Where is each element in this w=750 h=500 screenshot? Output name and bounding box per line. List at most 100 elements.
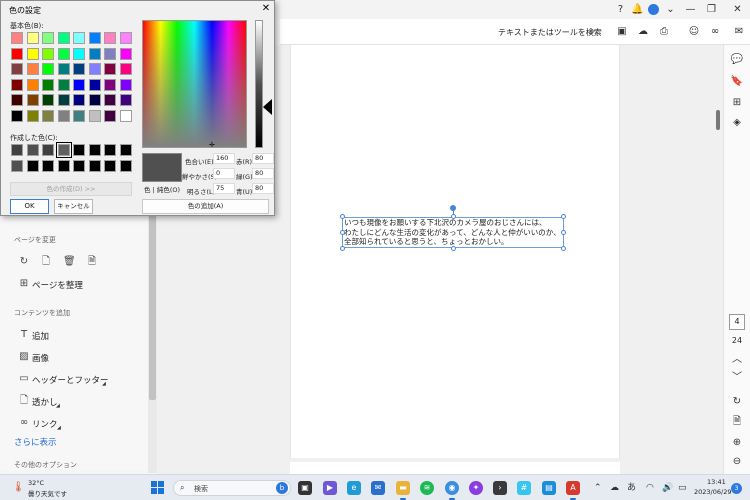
color-swatch[interactable] (42, 63, 54, 75)
zoom-in-icon[interactable]: ⊕ (730, 436, 744, 450)
resize-handle[interactable] (340, 230, 345, 235)
share-user-icon[interactable]: ☺ (687, 25, 701, 39)
color-swatch[interactable] (42, 144, 54, 156)
color-swatch[interactable] (73, 63, 85, 75)
color-swatch[interactable] (26, 32, 39, 44)
color-swatch[interactable] (88, 78, 101, 91)
organize-pages-item[interactable]: ページを整理 (32, 279, 83, 291)
resize-handle[interactable] (561, 246, 566, 251)
color-swatch[interactable] (11, 94, 23, 106)
restore-icon[interactable]: ❐ (705, 3, 718, 16)
edge-icon[interactable]: e (347, 481, 361, 495)
mail-icon[interactable]: ✉ (371, 481, 385, 495)
onedrive-icon[interactable]: ☁ (610, 482, 619, 494)
color-swatch[interactable] (26, 63, 39, 75)
color-swatch[interactable] (73, 144, 85, 156)
file-explorer-icon[interactable]: ▬ (396, 481, 410, 500)
color-swatch[interactable] (11, 63, 23, 75)
link-icon[interactable]: ∞ (708, 25, 722, 39)
color-swatch[interactable] (73, 32, 85, 44)
color-swatch[interactable] (73, 78, 85, 91)
color-swatch[interactable] (26, 160, 39, 172)
color-swatch[interactable] (57, 47, 70, 60)
color-spectrum[interactable] (142, 20, 247, 148)
upload-cloud-icon[interactable]: ☁ (636, 25, 650, 39)
color-swatch[interactable] (26, 78, 39, 91)
selected-text-box[interactable]: いつも現像をお願いする下北沢のカメラ屋のおじさんには、 わたしにどんな生活の変化… (342, 217, 564, 248)
text-line[interactable]: いつも現像をお願いする下北沢のカメラ屋のおじさんには、 (343, 218, 563, 228)
battery-icon[interactable]: ▭ (678, 482, 687, 494)
color-swatch[interactable] (119, 63, 132, 75)
help-icon[interactable]: ? (614, 3, 627, 16)
color-swatch[interactable] (104, 63, 116, 75)
page-icon[interactable]: 🗎 (730, 415, 744, 429)
minimize-icon[interactable]: — (684, 3, 697, 16)
wifi-icon[interactable]: ◠ (646, 482, 654, 494)
color-swatch[interactable] (104, 47, 116, 60)
add-to-custom-colors-button[interactable]: 色の追加(A) (142, 199, 269, 214)
color-swatch[interactable] (88, 63, 101, 75)
calculator-icon[interactable]: ▤ (542, 481, 556, 495)
color-swatch[interactable] (73, 94, 85, 106)
delete-icon[interactable]: 🗑 (63, 256, 76, 268)
ok-button[interactable]: OK (10, 199, 49, 214)
notification-badge[interactable]: 3 (731, 483, 742, 494)
color-swatch[interactable] (104, 109, 116, 122)
color-swatch[interactable] (57, 32, 70, 44)
resize-handle[interactable] (340, 246, 345, 251)
color-swatch[interactable] (26, 109, 39, 122)
color-swatch[interactable] (57, 109, 70, 122)
color-swatch[interactable] (57, 94, 70, 106)
color-swatch[interactable] (88, 94, 101, 106)
thermometer-icon[interactable]: 🌡 (12, 482, 25, 494)
color-swatch[interactable] (119, 94, 132, 106)
color-swatch[interactable] (11, 160, 23, 172)
resize-handle[interactable] (451, 214, 456, 219)
messenger-icon[interactable]: ✦ (469, 481, 483, 495)
color-swatch[interactable] (11, 144, 23, 156)
link-item[interactable]: リンク (32, 418, 58, 430)
close-icon[interactable]: ✕ (259, 2, 273, 16)
color-swatch[interactable] (11, 47, 23, 60)
color-swatch[interactable] (73, 160, 85, 172)
color-swatch[interactable] (55, 142, 72, 158)
color-swatch[interactable] (119, 160, 132, 172)
teams-icon[interactable]: ▶ (323, 481, 337, 495)
chevron-up-icon[interactable]: ︿ (730, 353, 744, 367)
ime-mode[interactable]: あ (627, 482, 636, 494)
layers-icon[interactable]: ◈ (730, 116, 744, 130)
color-swatch[interactable] (26, 47, 39, 60)
saturation-field[interactable]: 0 (213, 168, 235, 179)
color-swatch[interactable] (57, 160, 70, 172)
color-swatch[interactable] (119, 144, 132, 156)
save-icon[interactable]: ▣ (615, 25, 629, 39)
color-swatch[interactable] (11, 32, 23, 44)
color-swatch[interactable] (26, 144, 39, 156)
document-scrollbar[interactable] (714, 45, 722, 474)
acrobat-icon[interactable]: A (566, 481, 580, 500)
color-swatch[interactable] (42, 32, 54, 44)
refresh-icon[interactable]: ↻ (730, 395, 744, 409)
color-swatch[interactable] (11, 109, 23, 122)
slack-icon[interactable]: # (517, 481, 531, 495)
color-swatch[interactable] (104, 78, 116, 91)
color-swatch[interactable] (119, 32, 132, 44)
blue-field[interactable]: 80 (252, 183, 274, 194)
color-swatch[interactable] (119, 78, 132, 91)
color-swatch[interactable] (104, 94, 116, 106)
color-swatch[interactable] (42, 94, 54, 106)
volume-icon[interactable]: 🔊 (662, 482, 673, 494)
color-swatch[interactable] (42, 47, 54, 60)
avatar[interactable] (648, 4, 659, 15)
green-field[interactable]: 80 (252, 168, 274, 179)
resize-handle[interactable] (340, 214, 345, 219)
taskbar-search-box[interactable]: ⌕ 検索 b (173, 480, 291, 496)
chevron-down-icon[interactable]: ⌄ (664, 3, 677, 16)
color-swatch[interactable] (57, 78, 70, 91)
color-swatch[interactable] (26, 94, 39, 106)
insert-page-icon[interactable]: 🗋 (40, 256, 52, 268)
color-swatch[interactable] (88, 47, 101, 60)
color-swatch[interactable] (104, 144, 116, 156)
header-footer-item[interactable]: ヘッダーとフッター (32, 374, 109, 386)
windows-start-icon[interactable] (151, 481, 165, 495)
